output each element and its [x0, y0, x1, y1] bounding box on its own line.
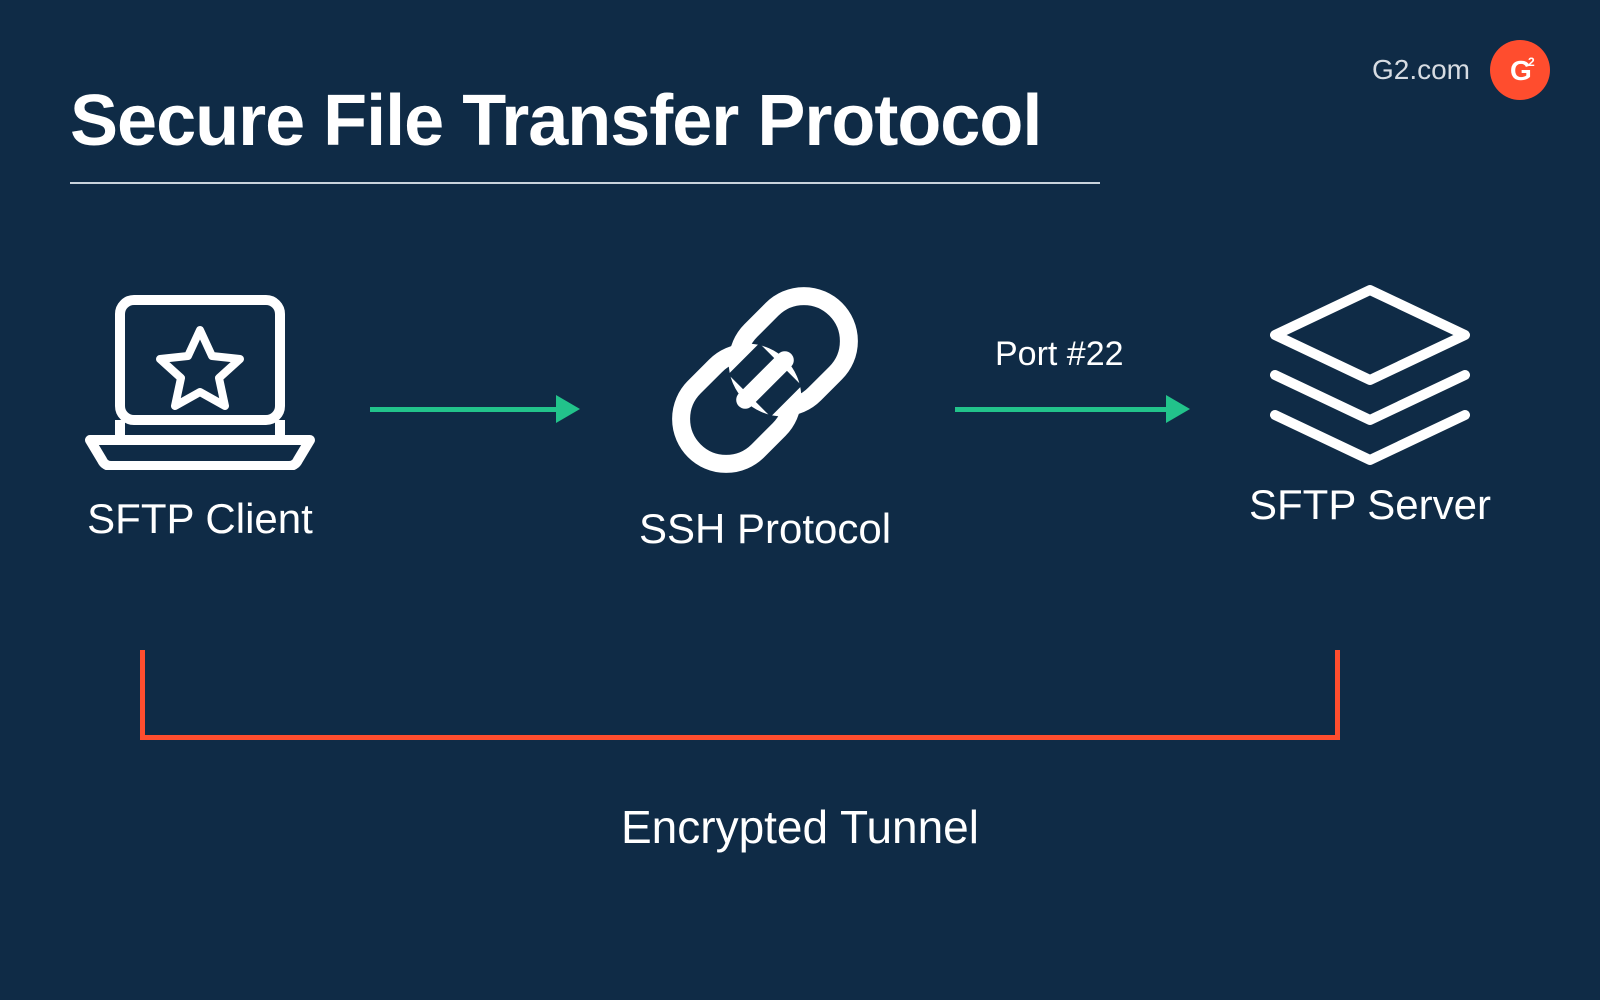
page-title: Secure File Transfer Protocol [70, 80, 1100, 162]
node-sftp-server: SFTP Server [1220, 280, 1520, 529]
brand-site-text: G2.com [1372, 54, 1470, 86]
layer-stack-icon [1260, 457, 1480, 474]
brand-header: G2.com G 2 [1372, 40, 1550, 100]
g2-logo-icon: G 2 [1490, 40, 1550, 100]
encrypted-tunnel-bracket [140, 650, 1340, 740]
encrypted-tunnel-label: Encrypted Tunnel [0, 800, 1600, 854]
title-block: Secure File Transfer Protocol [70, 80, 1100, 184]
laptop-star-icon [80, 457, 320, 474]
node-client-label: SFTP Client [60, 495, 340, 543]
chain-link-icon [665, 477, 865, 494]
port-label: Port #22 [995, 335, 1124, 374]
title-underline [70, 182, 1100, 184]
node-protocol-label: SSH Protocol [615, 505, 915, 553]
arrow-protocol-to-server [955, 395, 1190, 423]
node-server-label: SFTP Server [1220, 481, 1520, 529]
arrow-client-to-protocol [370, 395, 580, 423]
node-sftp-client: SFTP Client [60, 290, 340, 543]
sftp-diagram: SFTP Client SSH Protocol Port #22 [60, 290, 1540, 640]
node-ssh-protocol: SSH Protocol [615, 270, 915, 553]
svg-text:2: 2 [1528, 55, 1535, 69]
